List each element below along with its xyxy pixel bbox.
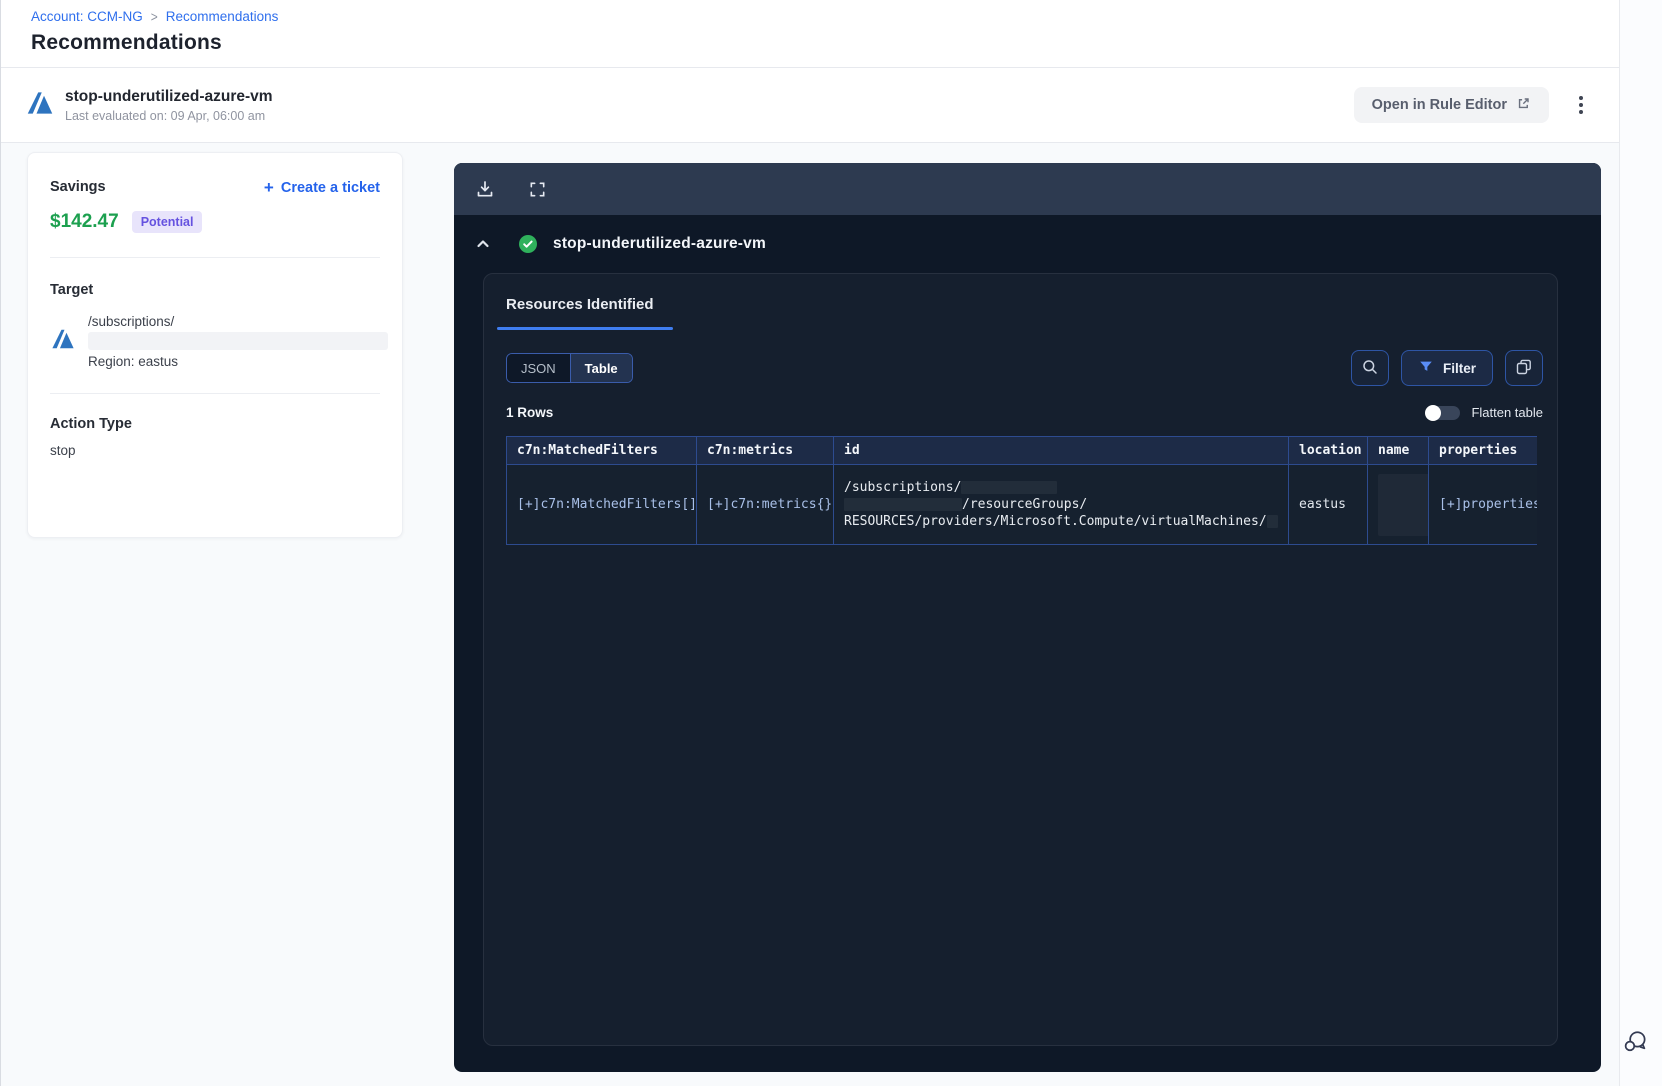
id-line-3: RESOURCES/providers/Microsoft.Compute/vi… [844,514,1267,529]
table-header-row: c7n:MatchedFilters c7n:metrics id locati… [506,436,1537,465]
redacted-text [844,498,962,511]
active-tab-underline [497,327,673,330]
panel-rule-name: stop-underutilized-azure-vm [553,235,766,252]
target-region: Region: eastus [88,354,179,369]
kebab-menu-button[interactable] [1571,92,1591,118]
view-mode-table[interactable]: Table [570,354,632,382]
card-divider [50,257,380,258]
savings-card: Savings + Create a ticket $142.47 Potent… [27,152,403,538]
page-title: Recommendations [31,31,222,54]
resources-identified-card: Resources Identified JSON Table Filter 1… [483,273,1558,1046]
id-line-2: /resourceGroups/ [962,497,1088,512]
cell-matched-filters[interactable]: [+]c7n:MatchedFilters[] [506,464,697,545]
flatten-table-toggle[interactable] [1425,404,1461,421]
breadcrumb-separator-icon: > [150,8,158,25]
panel-toolbar [454,163,1601,215]
action-type-value: stop [50,443,76,458]
redacted-subscription-id [88,332,388,350]
column-header-properties[interactable]: properties [1428,436,1537,465]
filter-button[interactable]: Filter [1400,350,1493,386]
card-divider [50,393,380,394]
right-gutter [1619,0,1662,1086]
results-table-clip: c7n:MatchedFilters c7n:metrics id locati… [506,436,1537,545]
rule-identity: stop-underutilized-azure-vm Last evaluat… [25,88,273,123]
fullscreen-button[interactable] [526,178,548,200]
table-meta-row: 1 Rows Flatten table [506,404,1543,421]
toggle-knob [1425,404,1442,421]
topbar: Account: CCM-NG > Recommendations Recomm… [1,0,1619,68]
target-row: /subscriptions/ Region: eastus [50,314,388,369]
success-check-icon [518,234,538,254]
create-ticket-button[interactable]: + Create a ticket [264,179,380,196]
id-line-1: /subscriptions/ [844,480,962,495]
cell-id[interactable]: /subscriptions/ /resourceGroups/ RESOURC… [833,464,1289,545]
tab-resources-identified[interactable]: Resources Identified [506,294,654,313]
table-controls-row: JSON Table Filter [506,350,1543,386]
column-header-id[interactable]: id [833,436,1289,465]
column-header-name[interactable]: name [1367,436,1429,465]
copy-icon [1515,358,1533,379]
column-header-location[interactable]: location [1288,436,1368,465]
breadcrumb-account-link[interactable]: Account: CCM-NG [31,9,143,24]
external-link-icon [1516,96,1531,115]
main-content: Savings + Create a ticket $142.47 Potent… [1,143,1619,1086]
breadcrumb-recommendations-link[interactable]: Recommendations [166,9,279,24]
redacted-text [1266,515,1278,528]
chat-help-button[interactable] [1621,1028,1651,1058]
header-actions: Open in Rule Editor [1353,87,1591,123]
rule-name: stop-underutilized-azure-vm [65,87,273,105]
open-in-rule-editor-button[interactable]: Open in Rule Editor [1353,87,1549,123]
target-path: /subscriptions/ [88,314,175,329]
results-table: c7n:MatchedFilters c7n:metrics id locati… [506,436,1537,545]
action-type-label: Action Type [50,416,132,432]
plus-icon: + [263,178,274,197]
create-ticket-label: Create a ticket [280,179,380,196]
cell-location[interactable]: eastus [1288,464,1368,545]
column-header-metrics[interactable]: c7n:metrics [696,436,834,465]
potential-badge: Potential [131,211,203,233]
cell-name[interactable] [1367,464,1429,545]
copy-button[interactable] [1505,350,1543,386]
column-header-matched-filters[interactable]: c7n:MatchedFilters [506,436,697,465]
download-button[interactable] [474,178,496,200]
target-label: Target [50,282,94,298]
filter-funnel-icon [1418,359,1434,378]
view-mode-segmented-control: JSON Table [506,353,633,383]
panel-title-row: stop-underutilized-azure-vm [454,215,1601,273]
azure-icon-small [50,326,76,357]
search-icon [1361,358,1379,379]
azure-icon [25,88,55,123]
savings-label: Savings [50,179,106,195]
results-panel: stop-underutilized-azure-vm Resources Id… [454,163,1601,1072]
filter-label: Filter [1442,360,1476,376]
chat-bubbles-icon [1622,1031,1650,1059]
redacted-text [961,481,1058,494]
savings-amount: $142.47 [50,211,119,232]
cell-metrics[interactable]: [+]c7n:metrics{} [696,464,834,545]
breadcrumb: Account: CCM-NG > Recommendations [31,8,1619,25]
view-mode-json[interactable]: JSON [507,354,571,382]
rule-last-evaluated: Last evaluated on: 09 Apr, 06:00 am [65,108,266,123]
table-row: [+]c7n:MatchedFilters[] [+]c7n:metrics{}… [506,464,1537,545]
open-in-rule-editor-label: Open in Rule Editor [1371,97,1507,113]
recommendations-page: Account: CCM-NG > Recommendations Recomm… [0,0,1662,1086]
redacted-name [1378,473,1428,536]
flatten-table-label: Flatten table [1471,405,1543,420]
rule-header: stop-underutilized-azure-vm Last evaluat… [1,68,1619,143]
cell-properties[interactable]: [+]properties [1428,464,1537,545]
rows-count: 1 Rows [506,405,554,420]
search-button[interactable] [1350,350,1389,386]
collapse-chevron-icon[interactable] [474,235,492,253]
